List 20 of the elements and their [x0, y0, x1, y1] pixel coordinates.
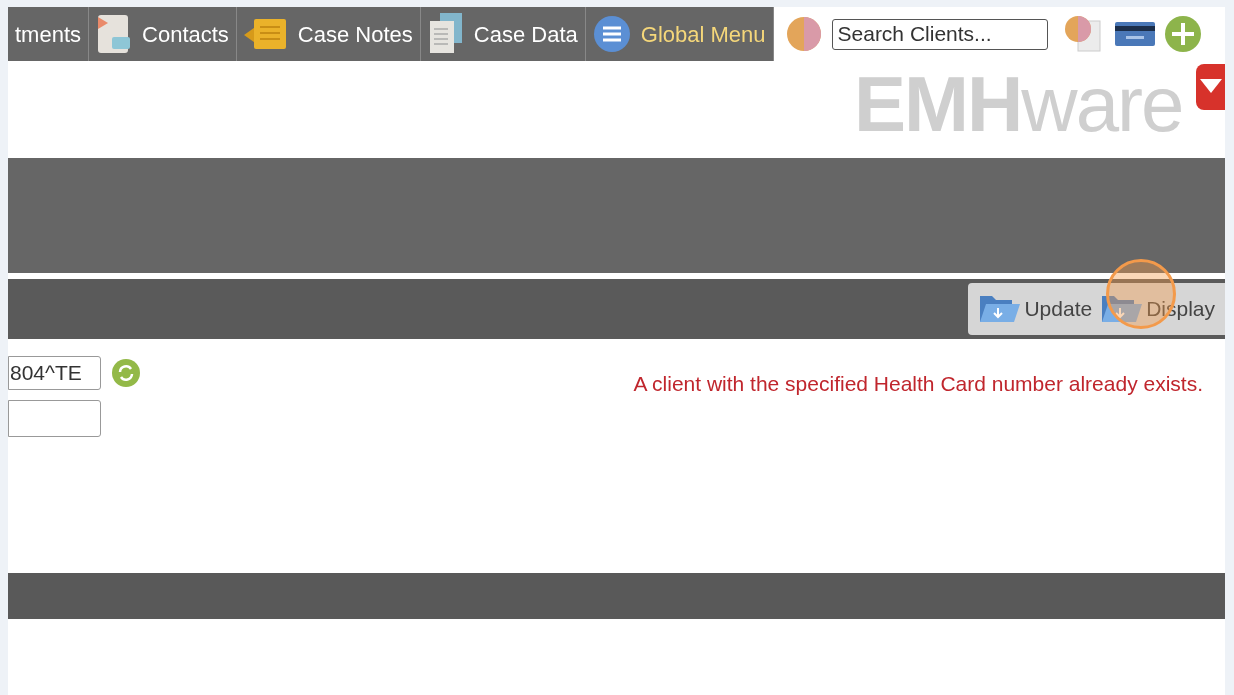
add-icon[interactable]: [1163, 15, 1202, 53]
error-message: A client with the specified Health Card number already exists.: [633, 371, 1203, 397]
menu-icon: [592, 15, 631, 53]
input-field[interactable]: [8, 400, 101, 437]
documents-icon: [427, 13, 464, 55]
card-icon[interactable]: [1113, 20, 1156, 48]
search-field[interactable]: Search Clients...: [831, 18, 1048, 50]
nav-tab[interactable]: Case Notes: [236, 7, 421, 61]
nav-tab[interactable]: Case Data: [420, 7, 586, 61]
face-icon[interactable]: [785, 16, 822, 52]
input-field[interactable]: 804^TE: [8, 356, 101, 390]
toolbar-button[interactable]: Update: [978, 292, 1093, 326]
nav-tab[interactable]: tments: [8, 7, 90, 61]
nav-tab[interactable]: Contacts: [89, 7, 237, 61]
refresh-icon[interactable]: [111, 358, 141, 388]
dropdown-toggle[interactable]: [1196, 64, 1225, 110]
caret-icon: [1200, 79, 1222, 95]
contact-card-icon: [96, 13, 133, 55]
nav-tab[interactable]: Global Menu: [585, 7, 774, 61]
notes-icon: [243, 17, 288, 51]
